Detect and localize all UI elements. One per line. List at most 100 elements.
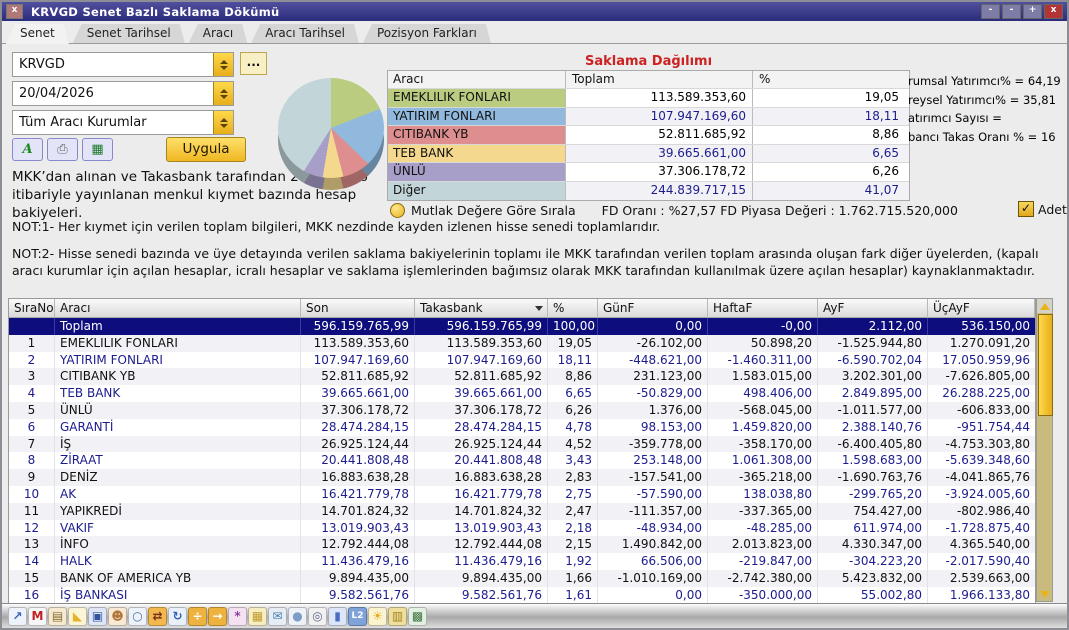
window-icon[interactable]: ▩: [408, 606, 427, 626]
sun-icon[interactable]: ☀: [368, 606, 387, 626]
broker-select[interactable]: Tüm Aracı Kurumlar: [12, 110, 234, 135]
mesh-icon[interactable]: ▦: [248, 606, 267, 626]
distribution-row[interactable]: ÜNLÜ 37.306.178,72 6,26: [388, 162, 909, 181]
browse-button[interactable]: ...: [240, 52, 267, 75]
chart-icon[interactable]: ↗: [8, 606, 27, 626]
minimize-icon[interactable]: -: [981, 4, 1000, 19]
column-header-günf[interactable]: GünF: [598, 299, 708, 317]
checkbox-icon[interactable]: ✓: [1018, 201, 1034, 217]
forward-icon[interactable]: →: [208, 606, 227, 626]
scrollbar-thumb[interactable]: [1038, 314, 1053, 416]
table-row[interactable]: 15 BANK OF AMERICA YB 9.894.435,00 9.894.43…: [9, 569, 1035, 587]
search-icon[interactable]: ○: [128, 606, 147, 626]
table-cell: 39.665.661,00: [301, 385, 415, 402]
column-header-son[interactable]: Son: [301, 299, 415, 317]
monitor-icon[interactable]: ▣: [88, 606, 107, 626]
distribution-total: 52.811.685,92: [566, 126, 753, 144]
tab-aracı[interactable]: Aracı: [189, 24, 247, 43]
table-row[interactable]: 16 İŞ BANKASI 9.582.561,76 9.582.561,76 1,61…: [9, 586, 1035, 604]
adet-label: Adet: [1038, 201, 1067, 217]
tab-senet-tarihsel[interactable]: Senet Tarihsel: [73, 24, 185, 43]
close-icon[interactable]: x: [6, 4, 23, 19]
table-row[interactable]: 4 TEB BANK 39.665.661,00 39.665.661,00 6,65-…: [9, 385, 1035, 402]
divide-icon[interactable]: ÷: [188, 606, 207, 626]
refresh-icon[interactable]: ↻: [168, 606, 187, 626]
spinner-icon[interactable]: [213, 111, 233, 134]
distribution-title: Saklama Dağılımı: [584, 54, 713, 69]
close-icon[interactable]: x: [1044, 4, 1063, 19]
column-header-takasbank[interactable]: Takasbank: [415, 299, 548, 317]
table-cell: 253.148,00: [598, 452, 708, 470]
table-row[interactable]: 14 HALK 11.436.479,16 11.436.479,16 1,92 66.5…: [9, 553, 1035, 570]
blob-icon[interactable]: ●: [288, 606, 307, 626]
table-row[interactable]: 2 YATIRIM FONLARI 107.947.169,60 107.947.16…: [9, 351, 1035, 369]
column-header-haftaf[interactable]: HaftaF: [708, 299, 818, 317]
table-row[interactable]: 5 ÜNLÜ 37.306.178,72 37.306.178,72 6,26 1.376…: [9, 401, 1035, 419]
column-header-sırano[interactable]: SıraNo: [9, 299, 55, 317]
preview-icon[interactable]: ◎: [308, 606, 327, 626]
table-cell: 1,66: [548, 569, 598, 587]
m-app-icon[interactable]: M: [28, 606, 47, 626]
column-header-ayf[interactable]: AyF: [818, 299, 928, 317]
column-header-aracı[interactable]: Aracı: [55, 299, 301, 317]
table-row[interactable]: 12 VAKIF 13.019.903,43 13.019.903,43 2,18 -48…: [9, 519, 1035, 537]
sort-radio-label: Mutlak Değere Göre Sırala: [411, 202, 576, 218]
database-icon[interactable]: ▮: [328, 606, 347, 626]
table-row[interactable]: 13 İNFO 12.792.444,08 12.792.444,08 2,15 1.49…: [9, 536, 1035, 554]
table-row[interactable]: 9 DENİZ 16.883.638,28 16.883.638,28 2,83 -157…: [9, 469, 1035, 486]
table-cell: 16.883.638,28: [415, 469, 548, 486]
table-row[interactable]: 11 YAPIKREDİ 14.701.824,32 14.701.824,32 2,4…: [9, 502, 1035, 520]
distribution-row[interactable]: Diğer 244.839.717,15 41,07: [388, 180, 909, 200]
table-row[interactable]: Toplam 596.159.765,99 596.159.765,99 100,00…: [9, 318, 1035, 335]
table-cell: 1.966.133,80: [949, 587, 1030, 602]
tab-aracı-tarihsel[interactable]: Aracı Tarihsel: [251, 24, 359, 43]
table-cell: 8: [9, 452, 55, 470]
app-window: x KRVGD Senet Bazlı Saklama Dökümü - - + x …: [0, 0, 1069, 630]
table-cell: YAPIKREDİ: [55, 502, 301, 520]
tab-senet[interactable]: Senet: [6, 24, 69, 44]
table-row[interactable]: 6 GARANTİ 28.474.284,15 28.474.284,15 4,78 98…: [9, 418, 1035, 436]
table-cell: İNFO: [55, 536, 301, 554]
restore-icon[interactable]: -: [1002, 4, 1021, 19]
archive-icon[interactable]: ▥: [388, 606, 407, 626]
date-select[interactable]: 20/04/2026: [12, 81, 234, 106]
table-row[interactable]: 7 İŞ 26.925.124,44 26.925.124,44 4,52 -359.77…: [9, 435, 1035, 453]
spinner-icon[interactable]: [213, 82, 233, 105]
notes-icon[interactable]: ▤: [48, 606, 67, 626]
apply-button[interactable]: Uygula: [166, 137, 246, 162]
excel-export-button[interactable]: ▦: [82, 138, 113, 161]
table-cell: CITIBANK YB: [55, 368, 301, 386]
table-cell: 55.002,80: [818, 586, 928, 604]
table-row[interactable]: 8 ZİRAAT 20.441.808,48 20.441.808,48 3,43 253…: [9, 452, 1035, 470]
users-icon[interactable]: ☻: [108, 606, 127, 626]
spinner-icon[interactable]: [213, 53, 233, 76]
radio-icon[interactable]: [390, 202, 405, 218]
table-cell: -7.626.805,00: [945, 369, 1031, 384]
scroll-up-icon[interactable]: [1037, 299, 1052, 313]
table-cell: 16: [9, 586, 55, 604]
font-button[interactable]: A: [12, 138, 43, 161]
tab-pozisyon-farkları[interactable]: Pozisyon Farkları: [363, 24, 491, 43]
security-select[interactable]: KRVGD: [12, 52, 234, 77]
folder-icon[interactable]: ◣: [68, 606, 87, 626]
distribution-row[interactable]: EMEKLILIK FONLARI 113.589.353,60 19,05: [388, 88, 909, 107]
table-row[interactable]: 1 EMEKLILIK FONLARI 113.589.353,60 113.589.…: [9, 334, 1035, 352]
table-cell: 1.490.842,00: [598, 536, 708, 554]
maximize-icon[interactable]: +: [1023, 4, 1042, 19]
table-cell: 754.427,00: [818, 502, 928, 520]
distribution-row[interactable]: CITIBANK YB 52.811.685,92 8,86: [388, 125, 909, 144]
print-button[interactable]: ⎙: [47, 138, 78, 161]
l2-icon[interactable]: L2: [348, 606, 367, 626]
vertical-scrollbar[interactable]: [1036, 298, 1053, 602]
scroll-down-icon[interactable]: [1037, 587, 1052, 601]
stamp-icon[interactable]: ✉: [268, 606, 287, 626]
table-cell: -4.753.303,80: [945, 436, 1031, 451]
column-header-%[interactable]: %: [548, 299, 598, 317]
distribution-row[interactable]: YATIRIM FONLARI 107.947.169,60 18,11: [388, 106, 909, 126]
column-header-üçayf[interactable]: ÜçAyF: [928, 299, 1035, 317]
table-row[interactable]: 3 CITIBANK YB 52.811.685,92 52.811.685,92 8,…: [9, 368, 1035, 386]
palette-icon[interactable]: *: [228, 606, 247, 626]
sync-icon[interactable]: ⇄: [148, 606, 167, 626]
distribution-row[interactable]: TEB BANK 39.665.661,00 6,65: [388, 143, 909, 163]
table-row[interactable]: 10 AK 16.421.779,78 16.421.779,78 2,75 -57.59…: [9, 485, 1035, 503]
